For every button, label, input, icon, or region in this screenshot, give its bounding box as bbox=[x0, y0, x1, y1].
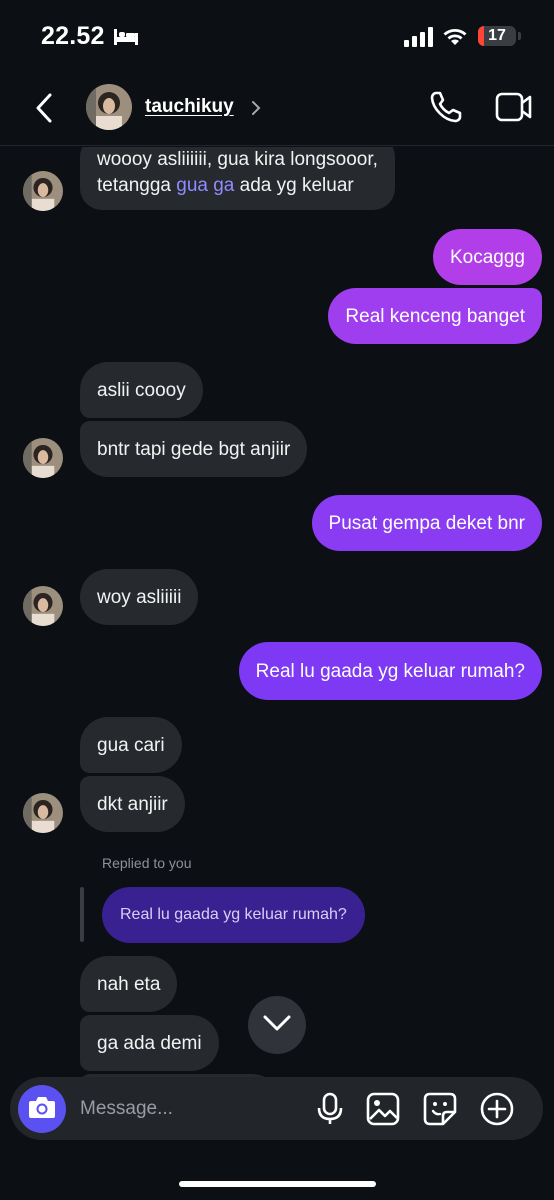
message-text: tetangga bbox=[97, 175, 177, 196]
plus-icon[interactable] bbox=[480, 1092, 514, 1131]
camera-button[interactable] bbox=[18, 1085, 66, 1133]
message-sent[interactable]: Kocaggg bbox=[432, 229, 542, 285]
message-text: woooy asliiiiii, gua kira longsooor, bbox=[97, 149, 378, 170]
message-received[interactable]: woy asliiiii bbox=[80, 569, 199, 625]
chevron-down-icon bbox=[262, 1014, 292, 1037]
avatar[interactable] bbox=[23, 171, 63, 211]
message-received[interactable]: bntr tapi gede bgt anjiir bbox=[80, 421, 308, 477]
message-text: woy asliiiii bbox=[97, 586, 182, 608]
message-sent[interactable]: Pusat gempa deket bnr bbox=[311, 495, 542, 551]
replied-label: Replied to you bbox=[102, 855, 192, 871]
battery-icon: 17 bbox=[478, 26, 516, 46]
message-input[interactable] bbox=[80, 1077, 300, 1140]
message-received[interactable]: aslii coooy bbox=[80, 362, 203, 418]
message-composer bbox=[10, 1077, 543, 1140]
quoted-message[interactable]: Real lu gaada yg keluar rumah? bbox=[102, 887, 365, 943]
message-received[interactable]: woooy asliiiiii, gua kira longsooor, tet… bbox=[80, 147, 395, 210]
status-time: 22.52 bbox=[41, 22, 105, 50]
message-received[interactable]: dkt anjiir bbox=[80, 776, 185, 832]
scroll-down-button[interactable] bbox=[248, 996, 306, 1054]
message-text: dkt anjiir bbox=[97, 793, 168, 815]
home-indicator[interactable] bbox=[179, 1181, 376, 1187]
message-text: bntr tapi gede bgt anjiir bbox=[97, 438, 291, 460]
avatar[interactable] bbox=[23, 793, 63, 833]
avatar[interactable] bbox=[23, 586, 63, 626]
message-text: ga ada demi bbox=[97, 1032, 202, 1054]
camera-icon bbox=[28, 1095, 56, 1124]
highlighted-text[interactable]: gua ga bbox=[176, 175, 234, 196]
message-text: aslii coooy bbox=[97, 379, 186, 401]
chevron-right-icon[interactable] bbox=[250, 99, 262, 122]
battery-cap bbox=[518, 32, 521, 40]
message-text: gua cari bbox=[97, 734, 165, 756]
quoted-text: Real lu gaada yg keluar rumah? bbox=[120, 906, 347, 923]
username[interactable]: tauchikuy bbox=[145, 96, 234, 118]
bed-icon bbox=[113, 28, 139, 51]
message-list[interactable]: woooy asliiiiii, gua kira longsooor, tet… bbox=[0, 147, 554, 1077]
battery-level: 17 bbox=[488, 27, 506, 44]
message-text: Kocaggg bbox=[449, 246, 525, 268]
message-received[interactable]: nah eta bbox=[80, 956, 178, 1012]
message-received[interactable]: gua cari bbox=[80, 717, 182, 773]
message-sent[interactable]: Real lu gaada yg keluar rumah? bbox=[238, 642, 542, 700]
message-text: Real lu gaada yg keluar rumah? bbox=[255, 660, 525, 682]
chat-header: tauchikuy bbox=[0, 74, 554, 146]
message-text-line2: tetangga gua ga ada yg keluar bbox=[97, 173, 378, 199]
mic-icon[interactable] bbox=[316, 1092, 344, 1131]
message-received[interactable]: ga ada demi bbox=[80, 1015, 219, 1071]
message-text: Pusat gempa deket bnr bbox=[328, 512, 525, 534]
signal-icon bbox=[404, 27, 434, 52]
message-text: ada yg keluar bbox=[234, 175, 354, 196]
status-bar: 22.52 17 bbox=[0, 0, 554, 74]
message-sent[interactable]: Real kenceng banget bbox=[328, 288, 542, 344]
message-text: nah eta bbox=[97, 973, 161, 995]
message-text: Real kenceng banget bbox=[345, 305, 525, 327]
gallery-icon[interactable] bbox=[366, 1092, 400, 1131]
avatar[interactable] bbox=[23, 438, 63, 478]
video-icon[interactable] bbox=[495, 91, 533, 128]
avatar[interactable] bbox=[86, 84, 132, 130]
back-icon[interactable] bbox=[30, 90, 60, 131]
phone-icon[interactable] bbox=[428, 89, 464, 130]
reply-bar bbox=[80, 887, 84, 942]
wifi-icon bbox=[442, 25, 468, 52]
sticker-icon[interactable] bbox=[423, 1092, 457, 1131]
